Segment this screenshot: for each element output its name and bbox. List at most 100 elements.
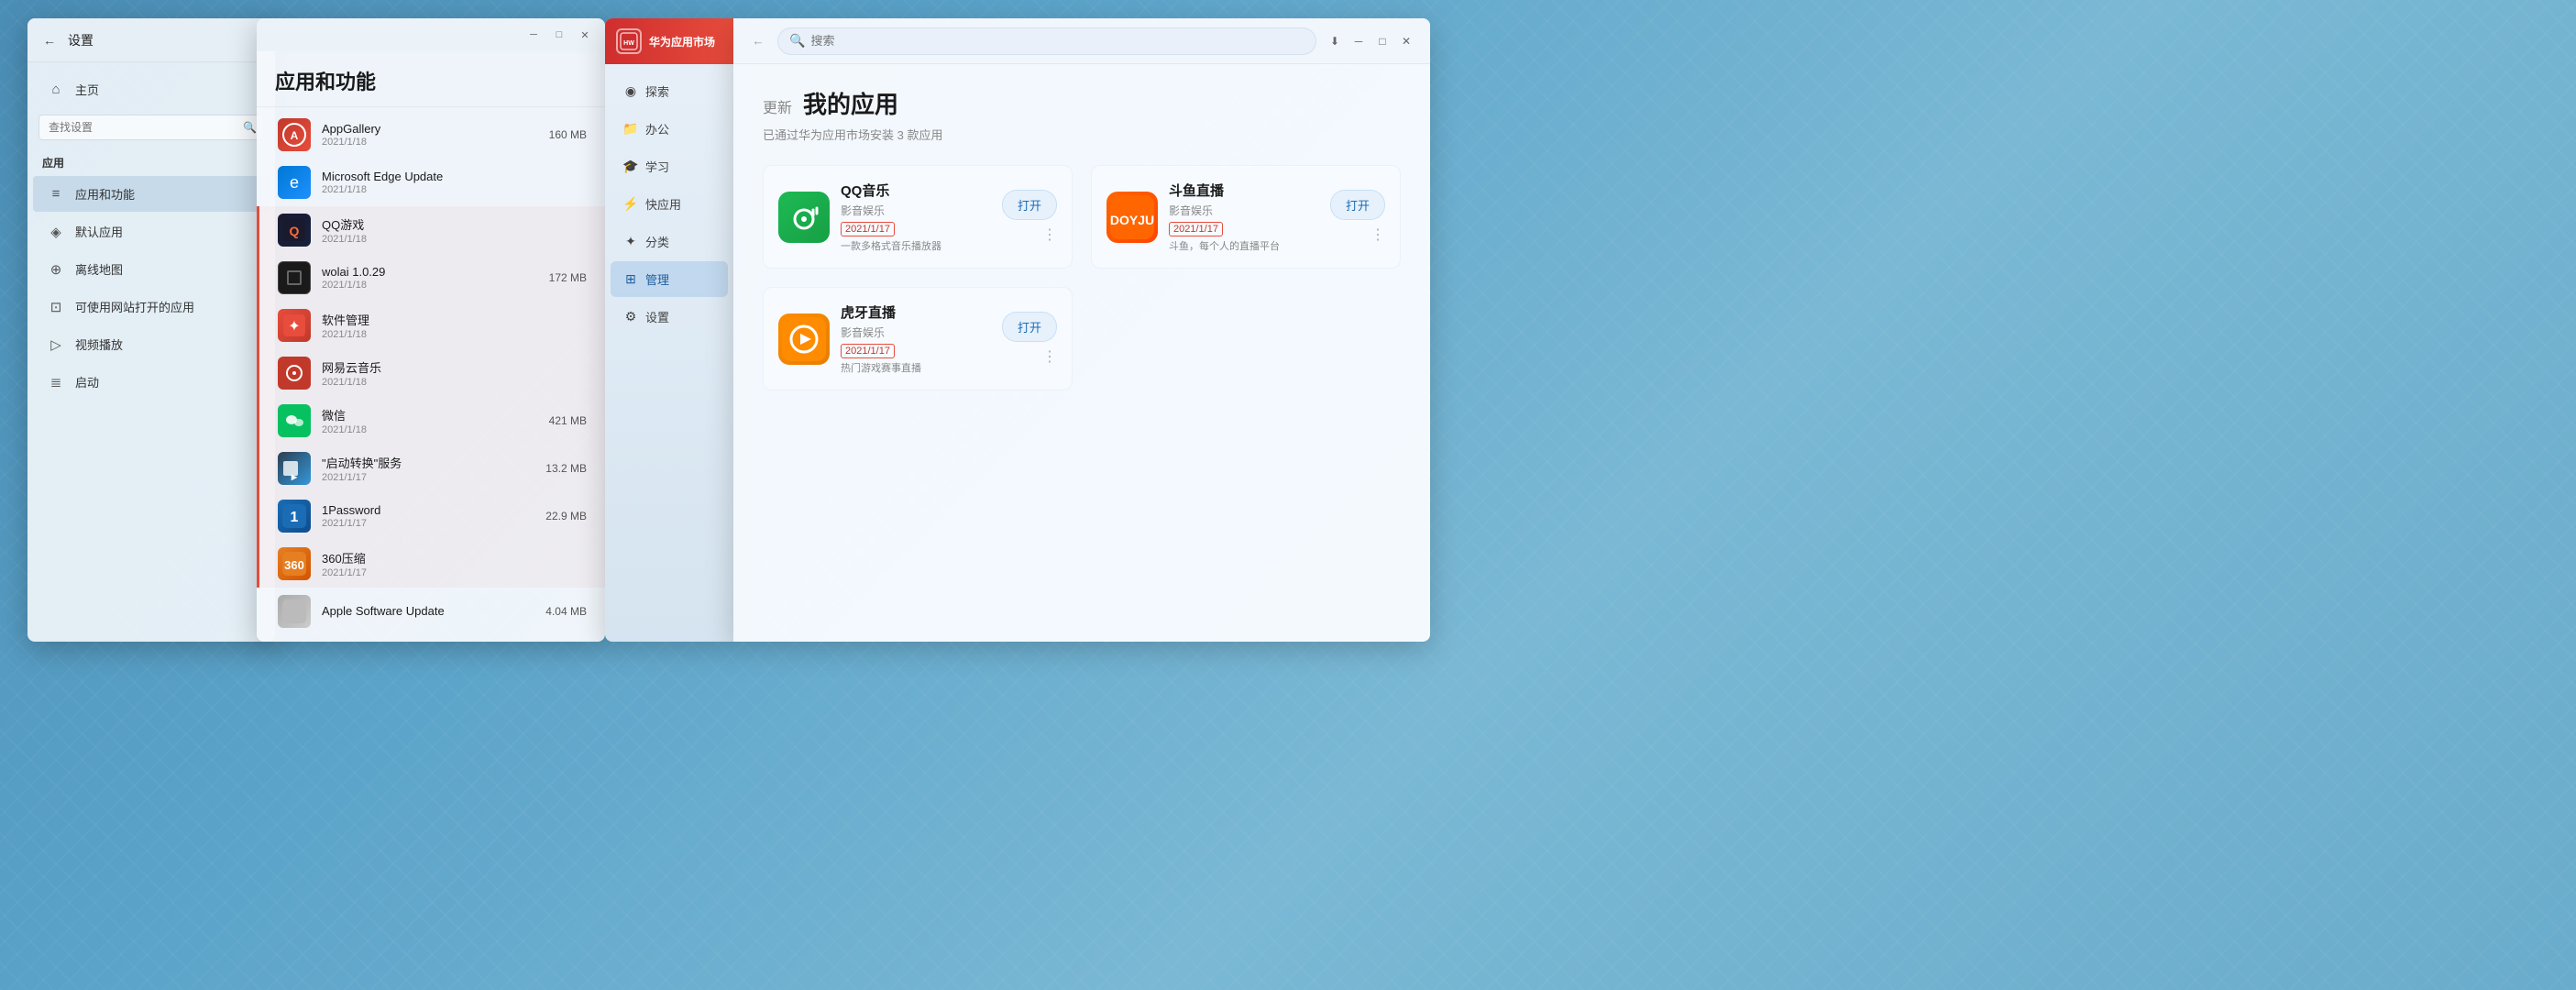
huawei-nav-study[interactable]: 🎓 学习 [611,148,728,184]
apps-features-label: 应用和功能 [75,185,135,203]
settings-sidebar: ⌂ 主页 🔍 应用 ≡ 应用和功能 ◈ 默认应用 ⊕ 离线地图 ⊡ 可使用网站打… [28,62,275,642]
huya-open-button[interactable]: 打开 [1002,312,1057,342]
app-item-netease-music[interactable]: 网易云音乐 2021/1/18 [257,349,605,397]
quick-apps-icon: ⚡ [623,197,638,212]
edge-icon: e [278,166,311,199]
huya-card-icon [778,314,830,365]
wolai-info: wolai 1.0.29 2021/1/18 [322,265,521,291]
installed-count: 已通过华为应用市场安装 3 款应用 [763,126,1401,143]
sidebar-item-website-apps[interactable]: ⊡ 可使用网站打开的应用 [33,289,270,324]
apps-window-title: 应用和功能 [257,51,605,107]
wolai-icon [278,261,311,294]
huawei-store-title: 华为应用市场 [649,34,715,50]
1password-name: 1Password [322,503,521,517]
sidebar-item-offline-maps[interactable]: ⊕ 离线地图 [33,251,270,287]
home-label: 主页 [75,81,99,98]
app-item-autorun[interactable]: ▶ "启动转换"服务 2021/1/17 13.2 MB [257,445,605,492]
svg-text:360: 360 [284,558,304,572]
offline-maps-icon: ⊕ [48,261,64,278]
close-button[interactable]: ✕ [1397,32,1415,50]
app-item-qq-game[interactable]: Q QQ游戏 2021/1/18 [257,206,605,254]
douyu-open-button[interactable]: 打开 [1330,190,1385,220]
douyu-more-button[interactable]: ⋮ [1371,226,1385,244]
svg-text:A: A [291,129,299,142]
content-header: 更新 我的应用 [763,86,1401,120]
close-button[interactable]: ✕ [576,26,594,44]
apple-update-name: Apple Software Update [322,604,521,618]
software-mgr-name: 软件管理 [322,311,521,328]
huya-category: 影音娱乐 [841,324,991,340]
svg-text:DOYJU: DOYJU [1110,213,1154,227]
settings-titlebar: ← 设置 [28,18,275,62]
huawei-sidebar: HW 华为应用市场 ◉ 探索 📁 办公 🎓 学习 ⚡ 快应用 ✦ 分类 ⊞ 管理 [605,18,733,642]
wechat-date: 2021/1/18 [322,424,521,435]
svg-text:▶: ▶ [291,473,298,481]
qq-music-open-button[interactable]: 打开 [1002,190,1057,220]
huawei-nav-office[interactable]: 📁 办公 [611,111,728,147]
app-item-software-mgr[interactable]: ✦ 软件管理 2021/1/18 [257,302,605,349]
huawei-nav-quick-apps[interactable]: ⚡ 快应用 [611,186,728,222]
edge-update-info: Microsoft Edge Update 2021/1/18 [322,170,521,195]
app-item-edge-update[interactable]: e Microsoft Edge Update 2021/1/18 [257,159,605,206]
apps-section-label: 应用 [28,148,275,174]
douyu-desc: 斗鱼，每个人的直播平台 [1169,238,1319,253]
autorun-info: "启动转换"服务 2021/1/17 [322,454,521,483]
back-arrow[interactable]: ← [748,31,768,51]
app-item-360zip[interactable]: 360 360压缩 2021/1/17 [257,540,605,588]
app-card-huya: 虎牙直播 影音娱乐 2021/1/17 热门游戏赛事直播 打开 ⋮ [763,287,1073,390]
huya-name: 虎牙直播 [841,302,991,322]
maximize-button[interactable]: □ [550,26,568,44]
app-item-appgallery[interactable]: A AppGallery 2021/1/18 160 MB [257,111,605,159]
settings-search-input[interactable] [39,115,264,140]
netease-name: 网易云音乐 [322,358,521,376]
category-label: 分类 [645,233,669,250]
apple-update-size: 4.04 MB [532,605,587,618]
category-icon: ✦ [623,235,638,249]
douyu-info: 斗鱼直播 影音娱乐 2021/1/17 斗鱼，每个人的直播平台 [1169,181,1319,253]
app-item-1password[interactable]: 1 1Password 2021/1/17 22.9 MB [257,492,605,540]
back-button[interactable]: ← [39,29,61,51]
qq-music-more-button[interactable]: ⋮ [1042,226,1057,244]
sidebar-item-home[interactable]: ⌂ 主页 [33,72,270,107]
qq-game-icon: Q [278,214,311,247]
huya-actions: 打开 ⋮ [1002,312,1057,366]
qq-music-info: QQ音乐 影音娱乐 2021/1/17 一款多格式音乐播放器 [841,181,991,253]
website-apps-icon: ⊡ [48,299,64,315]
explore-icon: ◉ [623,84,638,99]
minimize-button[interactable]: ─ [524,26,543,44]
minimize-button[interactable]: ─ [1349,32,1368,50]
sidebar-item-default-apps[interactable]: ◈ 默认应用 [33,214,270,249]
search-input[interactable] [810,34,1305,48]
huawei-nav-manage[interactable]: ⊞ 管理 [611,261,728,297]
appgallery-name: AppGallery [322,122,521,136]
software-mgr-icon: ✦ [278,309,311,342]
offline-maps-label: 离线地图 [75,260,123,278]
app-item-apple-update[interactable]: Apple Software Update 4.04 MB [257,588,605,635]
huawei-main-titlebar: ← 🔍 ⬇ ─ □ ✕ [733,18,1430,64]
search-box[interactable]: 🔍 [777,28,1316,55]
default-apps-label: 默认应用 [75,223,123,240]
app-item-wolai[interactable]: wolai 1.0.29 2021/1/18 172 MB [257,254,605,302]
app-item-wechat[interactable]: 微信 2021/1/18 421 MB [257,397,605,445]
download-button[interactable]: ⬇ [1326,32,1344,50]
huawei-nav-category[interactable]: ✦ 分类 [611,224,728,259]
titlebar-actions: ⬇ ─ □ ✕ [1326,32,1415,50]
office-icon: 📁 [623,122,638,137]
startup-label: 启动 [75,373,99,390]
sidebar-item-startup[interactable]: ≣ 启动 [33,364,270,400]
360zip-info: 360压缩 2021/1/17 [322,549,521,578]
huawei-nav-settings[interactable]: ⚙ 设置 [611,299,728,335]
huawei-nav: ◉ 探索 📁 办公 🎓 学习 ⚡ 快应用 ✦ 分类 ⊞ 管理 ⚙ 设置 [605,64,733,642]
sidebar-item-apps-features[interactable]: ≡ 应用和功能 [33,176,270,212]
wechat-name: 微信 [322,406,521,424]
huawei-nav-explore[interactable]: ◉ 探索 [611,73,728,109]
1password-date: 2021/1/17 [322,518,521,529]
startup-icon: ≣ [48,374,64,390]
search-icon: 🔍 [243,121,257,134]
huya-more-button[interactable]: ⋮ [1042,347,1057,366]
sidebar-item-video-playback[interactable]: ▷ 视频播放 [33,326,270,362]
settings-search-container: 🔍 [39,115,264,140]
maximize-button[interactable]: □ [1373,32,1392,50]
qq-music-desc: 一款多格式音乐播放器 [841,238,991,253]
app-card-douyu: DOYJU 斗鱼直播 影音娱乐 2021/1/17 斗鱼，每个人的直播平台 打开… [1091,165,1401,269]
